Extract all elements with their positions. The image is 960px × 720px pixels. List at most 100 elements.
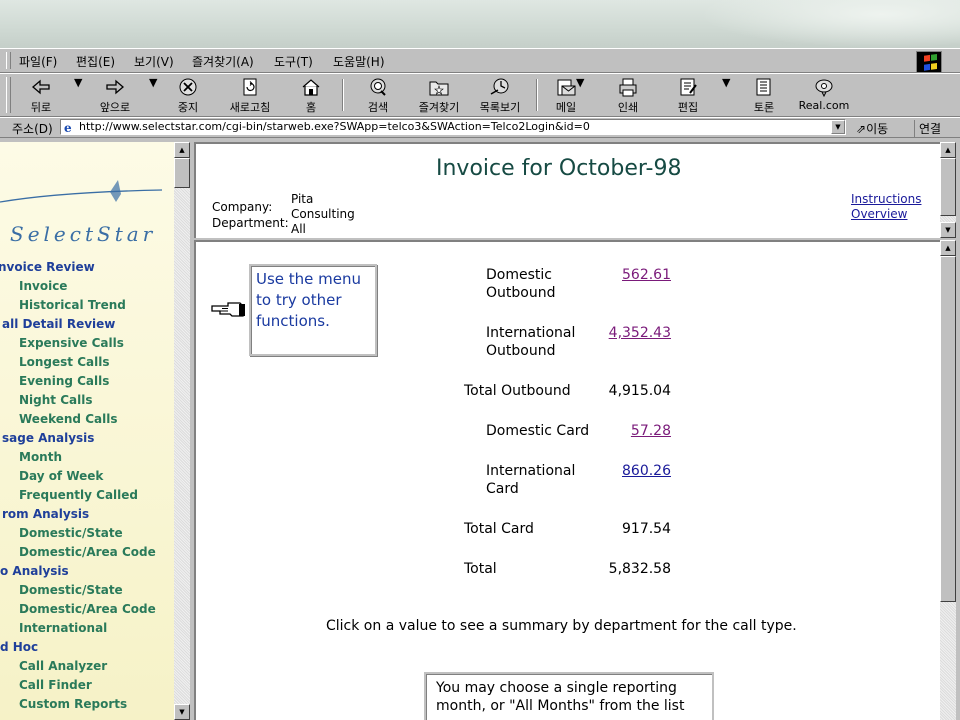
company-value-line2: Consulting (291, 207, 355, 221)
address-url: http://www.selectstar.com/cgi-bin/starwe… (79, 120, 590, 133)
back-button[interactable]: 뒤로 (20, 76, 62, 114)
printer-icon (619, 78, 637, 97)
nav-item-historical-trend[interactable]: Historical Trend (19, 298, 126, 312)
nav-header-usage-analysis[interactable]: sage Analysis (2, 431, 94, 445)
nav-item-from-domestic-area-code[interactable]: Domestic/Area Code (19, 545, 156, 559)
history-button[interactable]: 목록보기 (474, 76, 526, 114)
total-value: 5,832.58 (608, 561, 671, 577)
toolbar-separator (536, 79, 538, 111)
go-button[interactable]: ⇗이동 (856, 120, 888, 137)
discuss-button[interactable]: 토론 (746, 76, 782, 114)
links-button[interactable]: 연결 (914, 120, 941, 137)
company-label: Company: (212, 200, 273, 214)
nav-item-frequently-called[interactable]: Frequently Called (19, 488, 138, 502)
nav-header-invoice-review[interactable]: nvoice Review (0, 260, 95, 274)
favorites-folder-icon (429, 81, 449, 96)
stop-button[interactable]: 중지 (168, 76, 208, 114)
favorites-button[interactable]: 즐겨찾기 (412, 76, 466, 114)
nav-item-longest-calls[interactable]: Longest Calls (19, 355, 110, 369)
nav-item-call-analyzer[interactable]: Call Analyzer (19, 659, 107, 673)
desktop-background (0, 0, 960, 48)
menu-view[interactable]: 보기(V) (134, 53, 174, 70)
nav-item-to-domestic-area-code[interactable]: Domestic/Area Code (19, 602, 156, 616)
forward-button[interactable]: 앞으로 (90, 76, 140, 114)
nav-header-from-analysis[interactable]: rom Analysis (2, 507, 89, 521)
invoice-header-frame: Invoice for October-98 Company: Departme… (194, 142, 940, 238)
home-button[interactable]: 홈 (294, 76, 328, 114)
nav-item-from-domestic-state[interactable]: Domestic/State (19, 526, 123, 540)
header-frame-scrollbar[interactable]: ▲ ▼ (940, 142, 956, 238)
nav-item-evening-calls[interactable]: Evening Calls (19, 374, 109, 388)
stop-label: 중지 (177, 101, 199, 114)
scroll-up-icon[interactable]: ▲ (174, 142, 190, 158)
back-arrow-icon (32, 79, 50, 95)
edit-button[interactable]: 편집 (670, 76, 706, 114)
content-area: SelectStar nvoice Review Invoice Histori… (0, 142, 960, 720)
menu-edit[interactable]: 편집(E) (76, 53, 115, 70)
nav-item-to-domestic-state[interactable]: Domestic/State (19, 583, 123, 597)
choose-text-line1: You may choose a single reporting (436, 680, 677, 696)
back-label: 뒤로 (30, 101, 52, 114)
edit-label: 편집 (677, 101, 699, 114)
address-dropdown-icon[interactable]: ▼ (831, 120, 845, 134)
go-label: 이동 (866, 122, 889, 136)
realcom-button[interactable]: Real.com (794, 76, 854, 114)
menu-tools[interactable]: 도구(T) (274, 53, 313, 70)
refresh-button[interactable]: 새로고침 (222, 76, 278, 114)
windows-logo-icon (916, 51, 942, 73)
nav-item-night-calls[interactable]: Night Calls (19, 393, 92, 407)
logo-swoosh-icon (0, 180, 163, 203)
back-dropdown-icon[interactable]: ▼ (74, 76, 82, 114)
menu-help[interactable]: 도움말(H) (333, 53, 385, 70)
scroll-thumb[interactable] (174, 158, 190, 188)
nav-item-to-international[interactable]: International (19, 621, 107, 635)
scroll-down-icon[interactable]: ▼ (174, 704, 190, 720)
toolbar-separator (342, 79, 344, 111)
forward-label: 앞으로 (99, 101, 131, 114)
print-button[interactable]: 인쇄 (610, 76, 646, 114)
nav-item-expensive-calls[interactable]: Expensive Calls (19, 336, 124, 350)
nav-item-weekend-calls[interactable]: Weekend Calls (19, 412, 117, 426)
page-title: Invoice for October-98 (436, 156, 682, 181)
ie-page-icon: e (64, 121, 72, 133)
international-card-value[interactable]: 860.26 (571, 462, 671, 480)
overview-link[interactable]: Overview (851, 207, 908, 221)
menu-bar: 파일(F) 편집(E) 보기(V) 즐겨찾기(A) 도구(T) 도움말(H) (0, 48, 960, 73)
month-choice-box: You may choose a single reporting month,… (424, 672, 714, 720)
scroll-thumb[interactable] (940, 256, 956, 602)
main-frame-scrollbar[interactable]: ▲ (940, 240, 956, 720)
scroll-up-icon[interactable]: ▲ (940, 142, 956, 158)
menu-favorites[interactable]: 즐겨찾기(A) (192, 53, 254, 70)
forward-dropdown-icon[interactable]: ▼ (149, 76, 157, 114)
international-outbound-value[interactable]: 4,352.43 (571, 324, 671, 342)
menu-file[interactable]: 파일(F) (19, 53, 57, 70)
home-label: 홈 (305, 101, 317, 114)
nav-item-day-of-week[interactable]: Day of Week (19, 469, 103, 483)
mail-dropdown-icon[interactable]: ▼ (576, 76, 584, 114)
nav-header-to-analysis[interactable]: o Analysis (0, 564, 69, 578)
nav-item-call-finder[interactable]: Call Finder (19, 678, 92, 692)
domestic-outbound-value[interactable]: 562.61 (571, 266, 671, 284)
nav-header-ad-hoc[interactable]: d Hoc (0, 640, 38, 654)
nav-item-custom-reports[interactable]: Custom Reports (19, 697, 127, 711)
edit-dropdown-icon[interactable]: ▼ (722, 76, 730, 114)
instructions-link[interactable]: Instructions (851, 192, 921, 206)
choose-text-line2: month, or "All Months" from the list (436, 698, 685, 714)
nav-item-invoice[interactable]: Invoice (19, 279, 67, 293)
address-input[interactable]: e http://www.selectstar.com/cgi-bin/star… (60, 119, 846, 135)
toolbar: 뒤로 ▼ 앞으로 ▼ 중지 새로고침 홈 검색 즐겨찾기 목록보기 메일 ▼ 인… (0, 72, 960, 116)
total-card-value: 917.54 (622, 521, 671, 537)
scroll-thumb[interactable] (940, 158, 956, 216)
nav-item-month[interactable]: Month (19, 450, 62, 464)
domestic-card-value[interactable]: 57.28 (571, 422, 671, 440)
browser-window: 파일(F) 편집(E) 보기(V) 즐겨찾기(A) 도구(T) 도움말(H) 뒤… (0, 48, 960, 720)
discuss-icon (756, 78, 771, 96)
search-icon (370, 78, 386, 96)
company-value-line1: Pita (291, 192, 314, 206)
left-frame-scrollbar[interactable]: ▲ ▼ (174, 142, 190, 720)
scroll-down-icon[interactable]: ▼ (940, 222, 956, 238)
pointing-hand-icon (211, 302, 245, 317)
search-button[interactable]: 검색 (358, 76, 398, 114)
nav-header-call-detail-review[interactable]: all Detail Review (2, 317, 115, 331)
scroll-up-icon[interactable]: ▲ (940, 240, 956, 256)
